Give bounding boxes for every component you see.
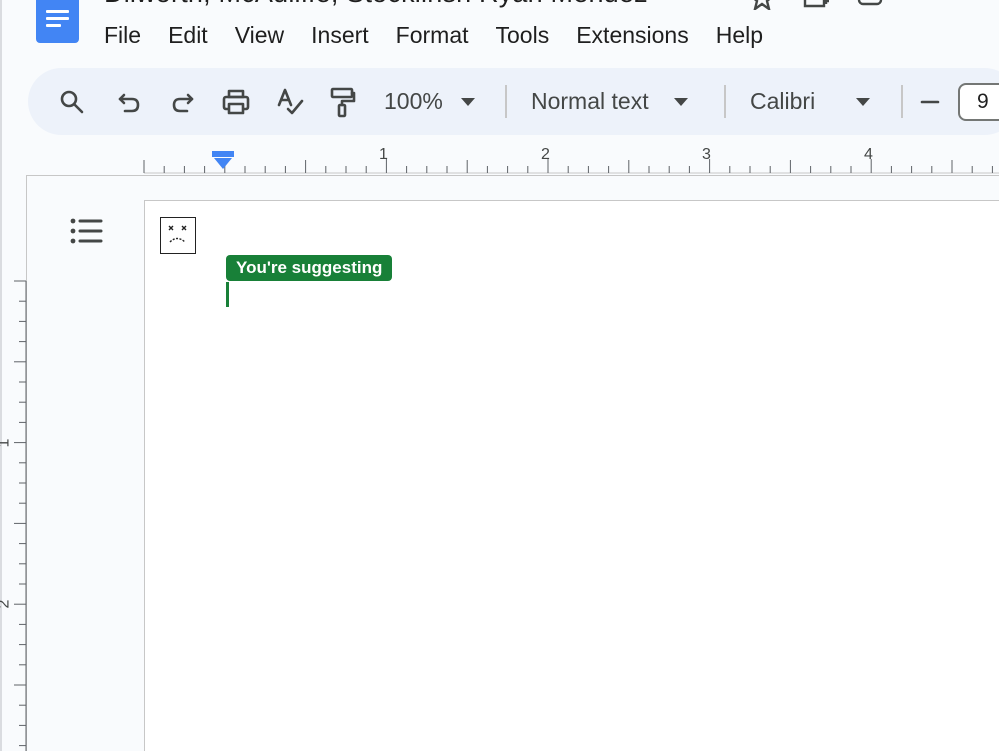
text-cursor	[226, 282, 229, 307]
document-page[interactable]	[144, 200, 999, 751]
menu-insert[interactable]: Insert	[311, 22, 396, 49]
menu-bar: File Edit View Insert Format Tools Exten…	[104, 22, 790, 49]
paint-format-button[interactable]	[328, 68, 356, 135]
undo-icon	[118, 93, 140, 112]
document-outline-button[interactable]	[68, 213, 104, 249]
toolbar: 100% Normal text Calibri	[28, 68, 999, 135]
vertical-ruler[interactable]: 1 2	[0, 176, 28, 751]
spellcheck-icon	[277, 88, 304, 114]
cloud-status-icon[interactable]	[856, 0, 884, 10]
move-to-folder-icon[interactable]	[802, 0, 830, 10]
chevron-down-icon	[856, 97, 871, 106]
paragraph-style-value: Normal text	[531, 88, 649, 114]
toolbar-divider	[724, 85, 726, 118]
zoom-value: 100%	[384, 88, 443, 114]
indent-marker-icon[interactable]	[212, 151, 234, 171]
redo-button[interactable]	[170, 68, 196, 135]
chevron-down-icon	[460, 97, 475, 106]
title-actions	[748, 0, 884, 12]
paint-format-icon	[330, 87, 356, 117]
menu-file[interactable]: File	[104, 22, 168, 49]
redo-icon	[172, 93, 194, 112]
menu-tools[interactable]: Tools	[496, 22, 577, 49]
menu-format[interactable]: Format	[396, 22, 496, 49]
print-icon	[222, 89, 250, 114]
undo-button[interactable]	[116, 68, 142, 135]
list-icon	[70, 218, 103, 244]
ruler-label: 1	[0, 439, 13, 448]
suggesting-mode-badge: You're suggesting	[226, 255, 393, 281]
docs-logo-icon[interactable]	[36, 0, 79, 43]
minus-icon	[920, 100, 940, 103]
star-icon[interactable]	[748, 0, 776, 12]
font-size-input[interactable]: 9	[958, 83, 999, 121]
zoom-select[interactable]: 100%	[384, 68, 475, 135]
search-menus-button[interactable]	[58, 68, 86, 135]
ruler-label: 1	[379, 146, 388, 163]
font-select[interactable]: Calibri	[750, 68, 871, 135]
ruler-label: 2	[0, 600, 13, 609]
search-icon	[60, 90, 84, 113]
menu-extensions[interactable]: Extensions	[576, 22, 716, 49]
chevron-down-icon	[673, 97, 688, 106]
ruler-label: 4	[864, 146, 873, 163]
ruler-label: 2	[541, 146, 550, 163]
spellcheck-button[interactable]	[276, 68, 304, 135]
toolbar-divider	[901, 85, 903, 118]
menu-help[interactable]: Help	[716, 22, 790, 49]
document-title[interactable]: Dilworth, McAuliffe, Stocklinsh Ryan Men…	[104, 0, 648, 9]
menu-edit[interactable]: Edit	[168, 22, 235, 49]
toolbar-divider	[505, 85, 507, 118]
print-button[interactable]	[221, 68, 251, 135]
decrease-font-size-button[interactable]	[920, 68, 940, 135]
font-value: Calibri	[750, 88, 816, 114]
broken-image-icon[interactable]	[160, 217, 196, 254]
menu-view[interactable]: View	[235, 22, 311, 49]
ruler-label: 3	[702, 146, 711, 163]
paragraph-style-select[interactable]: Normal text	[531, 68, 688, 135]
horizontal-ruler[interactable]: 1 2 3 4	[26, 142, 999, 176]
